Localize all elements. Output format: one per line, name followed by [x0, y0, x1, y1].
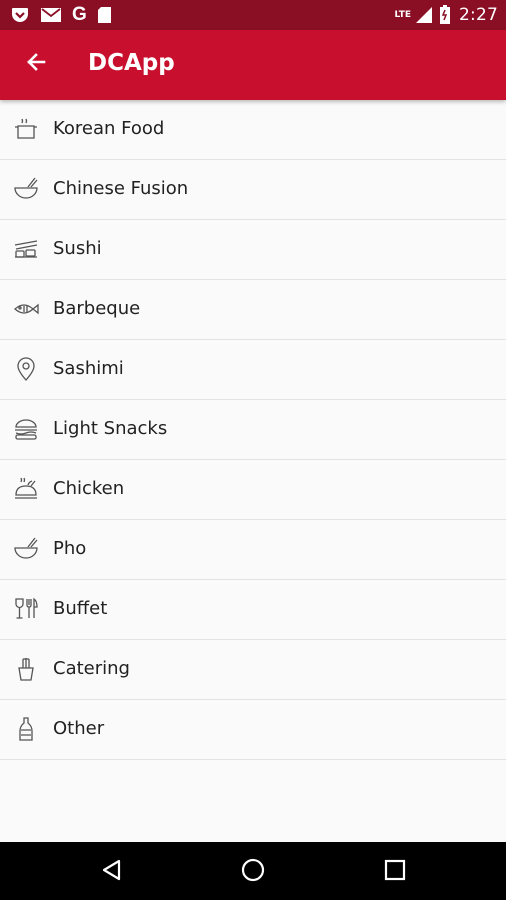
mail-icon: [40, 6, 62, 24]
signal-icon: [415, 6, 433, 24]
bowl-icon: [12, 535, 40, 563]
home-circle-icon: [240, 857, 266, 887]
list-item[interactable]: Buffet: [0, 580, 506, 640]
list-item-label: Korean Food: [53, 118, 165, 139]
status-left: G: [10, 4, 113, 26]
bottle-icon: [12, 715, 40, 743]
app-bar: DCApp: [0, 30, 506, 100]
network-type-label: LTE: [394, 10, 412, 20]
status-bar: G LTE 2:27: [0, 0, 506, 30]
list-item-label: Other: [53, 718, 105, 739]
list-item-label: Light Snacks: [53, 418, 168, 439]
list-item-label: Sushi: [53, 238, 102, 259]
nav-home-button[interactable]: [237, 856, 269, 888]
list-item[interactable]: Sashimi: [0, 340, 506, 400]
list-item[interactable]: Catering: [0, 640, 506, 700]
wine-cutlery-icon: [12, 595, 40, 623]
burger-icon: [12, 415, 40, 443]
list-item-label: Chicken: [53, 478, 125, 499]
pocket-icon: [10, 5, 30, 25]
recents-square-icon: [383, 858, 407, 886]
list-item-label: Chinese Fusion: [53, 178, 189, 199]
page-title: DCApp: [88, 50, 175, 76]
sd-card-icon: [97, 5, 113, 25]
google-icon: G: [72, 4, 87, 25]
back-triangle-icon: [100, 858, 124, 886]
list-item[interactable]: Sushi: [0, 220, 506, 280]
roast-chicken-icon: [12, 475, 40, 503]
utensils-cup-icon: [12, 655, 40, 683]
bowl-icon: [12, 175, 40, 203]
list-item[interactable]: Pho: [0, 520, 506, 580]
system-nav-bar: [0, 842, 506, 900]
list-item-label: Buffet: [53, 598, 108, 619]
status-right: LTE 2:27: [394, 5, 498, 25]
list-item-label: Catering: [53, 658, 130, 679]
list-item[interactable]: Light Snacks: [0, 400, 506, 460]
category-list: Korean Food Chinese Fusion Sushi Barbequ…: [0, 100, 506, 760]
list-item-label: Sashimi: [53, 358, 124, 379]
list-item[interactable]: Chicken: [0, 460, 506, 520]
list-item-label: Pho: [53, 538, 87, 559]
list-item-label: Barbeque: [53, 298, 141, 319]
status-time: 2:27: [459, 5, 498, 25]
pot-icon: [12, 115, 40, 143]
list-item[interactable]: Barbeque: [0, 280, 506, 340]
fish-icon: [12, 295, 40, 323]
back-button[interactable]: [18, 46, 54, 82]
list-item[interactable]: Other: [0, 700, 506, 760]
sushi-icon: [12, 235, 40, 263]
list-item[interactable]: Korean Food: [0, 100, 506, 160]
nav-back-button[interactable]: [96, 856, 128, 888]
battery-icon: [439, 5, 451, 25]
list-item[interactable]: Chinese Fusion: [0, 160, 506, 220]
nav-recents-button[interactable]: [379, 856, 411, 888]
arrow-left-icon: [24, 50, 48, 78]
location-pin-icon: [12, 355, 40, 383]
